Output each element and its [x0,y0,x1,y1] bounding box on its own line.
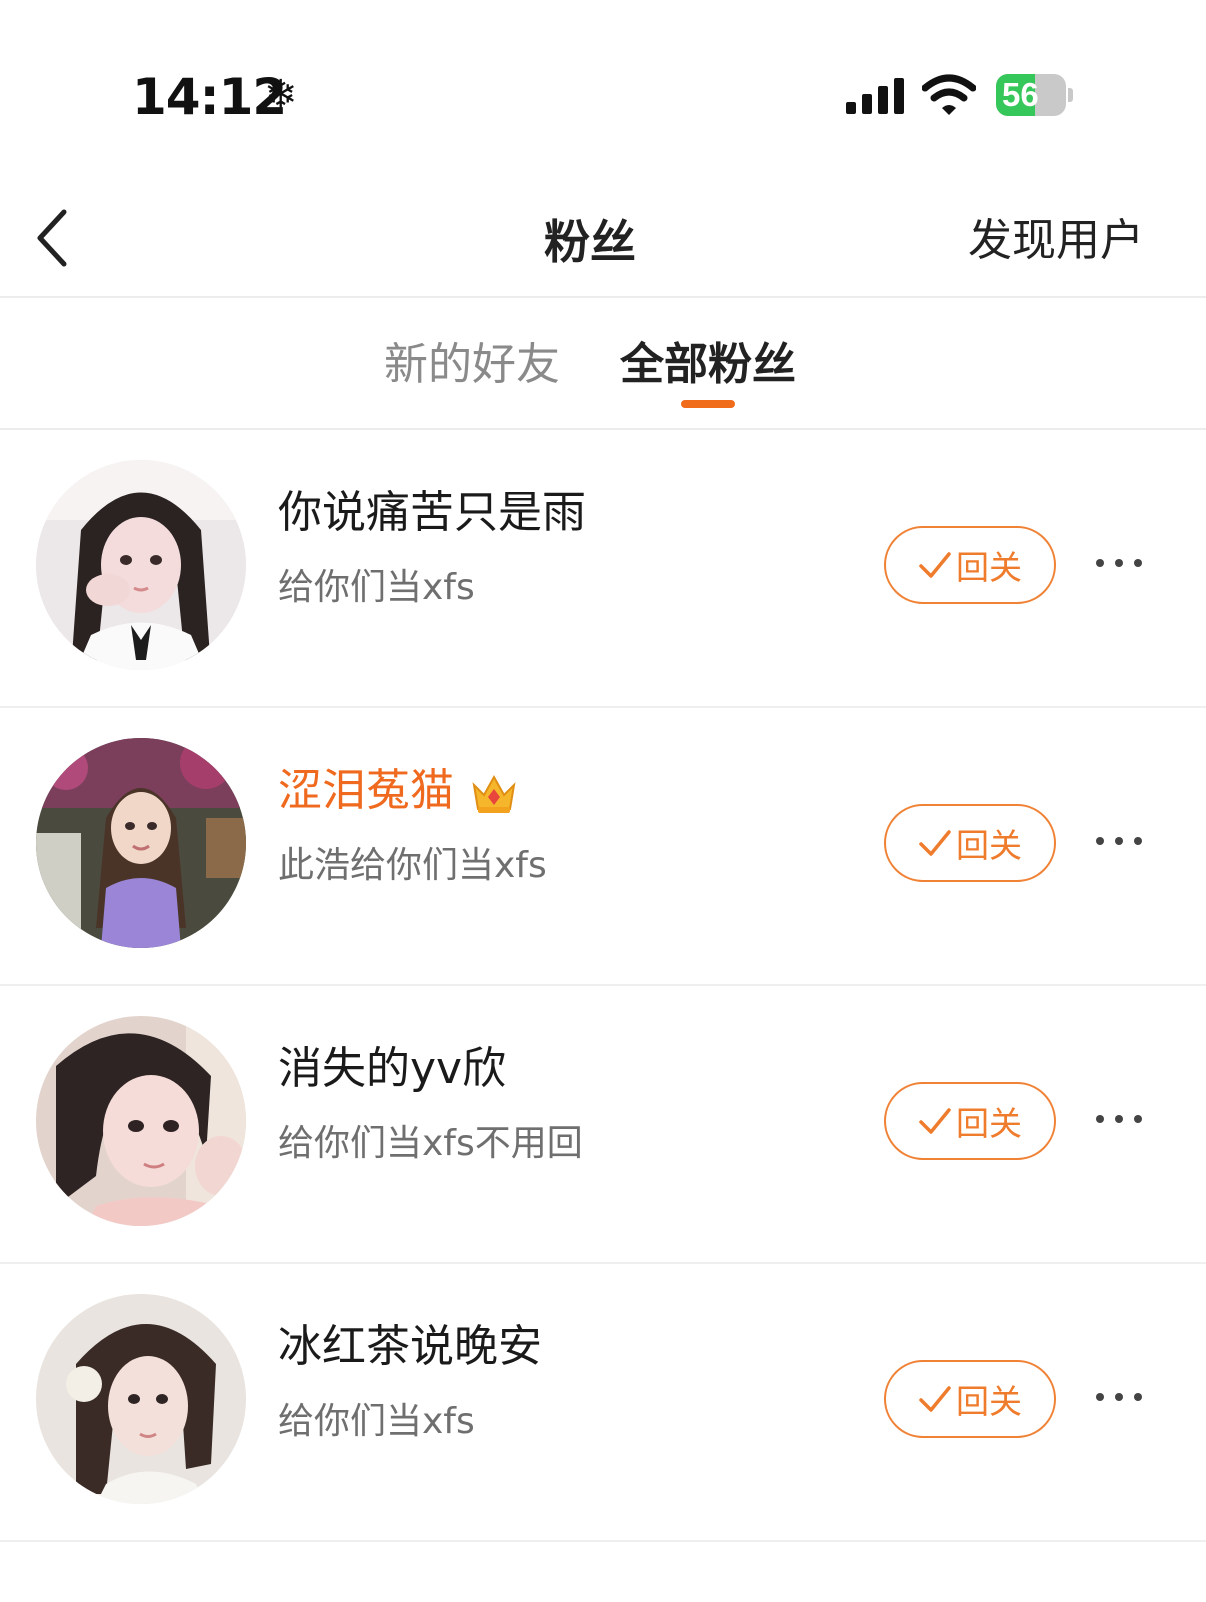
follower-name[interactable]: 消失的yv欣 [278,1032,506,1096]
follower-name-text: 涩泪菟猫 [278,765,454,816]
follow-back-button[interactable]: 回关 [884,526,1056,604]
check-icon [919,1386,951,1412]
snowflake-icon: ❄ [264,72,298,118]
avatar[interactable] [36,1016,246,1226]
battery-icon: 56 [996,74,1074,118]
follow-back-button[interactable]: 回关 [884,804,1056,882]
more-options-button[interactable] [1096,1104,1142,1134]
vip-crown-icon [472,774,516,813]
check-icon [919,552,951,578]
battery-percent: 56 [1002,76,1039,113]
discover-users-button[interactable]: 发现用户 [968,204,1144,268]
nav-bar: 粉丝 发现用户 [0,190,1206,298]
follower-name[interactable]: 你说痛苦只是雨 [278,476,586,540]
tab-all-fans[interactable]: 全部粉丝 [620,328,796,392]
list-item[interactable]: 消失的yv欣 给你们当xfs不用回 回关 [0,986,1206,1264]
wifi-icon [922,74,976,115]
avatar[interactable] [36,738,246,948]
follower-description: 给你们当xfs [278,1401,475,1442]
avatar[interactable] [36,1294,246,1504]
list-item[interactable]: 冰红茶说晚安 给你们当xfs 回关 [0,1264,1206,1542]
list-item[interactable]: 涩泪菟猫 此浩给你们当xfs 回关 [0,708,1206,986]
cellular-signal-icon [846,78,904,114]
list-item[interactable]: 你说痛苦只是雨 给你们当xfs 回关 [0,430,1206,708]
follow-back-label: 回关 [956,1382,1022,1421]
follow-back-button[interactable]: 回关 [884,1360,1056,1438]
follow-back-label: 回关 [956,1104,1022,1143]
more-options-button[interactable] [1096,1382,1142,1412]
follow-back-label: 回关 [956,548,1022,587]
follower-name[interactable]: 涩泪菟猫 [278,754,518,818]
tab-new-friends[interactable]: 新的好友 [384,328,560,392]
follower-description: 给你们当xfs [278,567,475,608]
more-options-button[interactable] [1096,548,1142,578]
follow-back-button[interactable]: 回关 [884,1082,1056,1160]
tab-bar: 新的好友 全部粉丝 [0,298,1206,430]
avatar[interactable] [36,460,246,670]
follow-back-label: 回关 [956,826,1022,865]
more-options-button[interactable] [1096,826,1142,856]
follower-name[interactable]: 冰红茶说晚安 [278,1310,542,1374]
status-bar: 14:12 ❄ 56 [0,0,1206,190]
check-icon [919,830,951,856]
follower-description: 此浩给你们当xfs [278,845,547,886]
check-icon [919,1108,951,1134]
follower-description: 给你们当xfs不用回 [278,1123,583,1164]
followers-list: 你说痛苦只是雨 给你们当xfs 回关 涩泪菟猫 此浩给你们当xfs 回关 消失的… [0,430,1206,1542]
active-tab-indicator [681,400,735,408]
